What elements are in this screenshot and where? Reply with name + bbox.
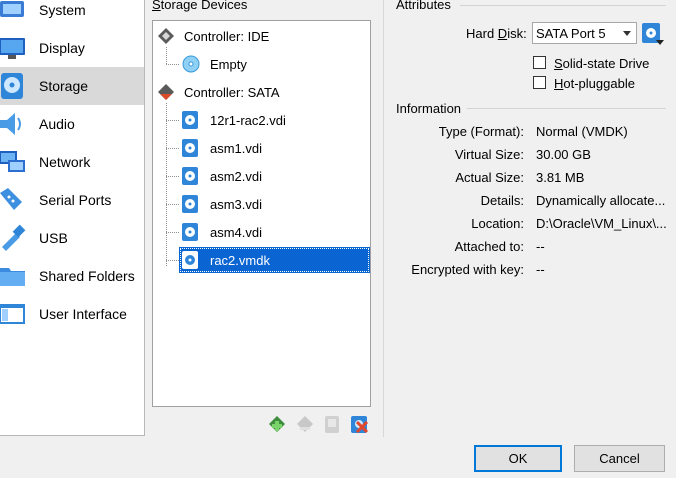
- add-hard-disk-icon[interactable]: [321, 413, 343, 435]
- display-icon: [0, 38, 25, 59]
- sidebar-item-label: Network: [39, 154, 91, 170]
- info-value: Normal (VMDK): [536, 124, 628, 139]
- information-title: Information: [396, 101, 462, 116]
- user-interface-icon: [0, 304, 25, 324]
- chevron-down-icon: [623, 31, 631, 36]
- sidebar-item-label: Shared Folders: [39, 268, 135, 284]
- settings-sidebar: System Display Storage Audio Network Ser…: [0, 0, 145, 436]
- info-value: D:\Oracle\VM_Linux\...: [536, 216, 667, 231]
- sidebar-item-serial-ports[interactable]: Serial Ports: [0, 181, 144, 219]
- system-icon: [0, 1, 24, 17]
- add-attachment-icon[interactable]: [266, 413, 288, 435]
- sidebar-item-system[interactable]: System: [0, 0, 144, 29]
- info-value: 30.00 GB: [536, 147, 591, 162]
- tree-item-disk[interactable]: asm4.vdi: [181, 221, 262, 243]
- hard-disk-icon: [182, 139, 198, 157]
- sidebar-item-user-interface[interactable]: User Interface: [0, 295, 144, 333]
- sidebar-item-label: Storage: [39, 78, 89, 94]
- hard-disk-icon: [182, 195, 198, 213]
- hard-disk-icon: [182, 167, 198, 185]
- sidebar-item-label: System: [39, 2, 86, 18]
- tree-item-disk[interactable]: asm1.vdi: [181, 137, 262, 159]
- tree-item-empty[interactable]: Empty: [181, 53, 247, 75]
- info-key: Virtual Size:: [454, 147, 524, 162]
- hard-disk-icon: [182, 223, 198, 241]
- network-icon: [0, 151, 25, 172]
- hard-disk-icon: [182, 251, 198, 269]
- attributes-title: Attributes: [396, 0, 451, 12]
- hot-pluggable-label: Hot-pluggable: [554, 76, 635, 91]
- solid-state-drive-checkbox[interactable]: [533, 56, 546, 69]
- tree-item-disk-selected[interactable]: rac2.vmdk: [179, 247, 370, 273]
- serial-ports-icon: [0, 188, 22, 210]
- sidebar-item-display[interactable]: Display: [0, 29, 144, 67]
- info-value: Dynamically allocate...: [536, 193, 666, 208]
- controller-icon: [158, 28, 174, 44]
- info-key: Location:: [471, 216, 524, 231]
- cancel-button[interactable]: Cancel: [574, 445, 665, 472]
- optical-disc-icon: [182, 55, 200, 73]
- info-value: 3.81 MB: [536, 170, 585, 185]
- controller-icon: [158, 84, 174, 100]
- solid-state-drive-label: Solid-state Drive: [554, 56, 650, 71]
- sidebar-item-label: Serial Ports: [39, 192, 112, 208]
- controller-ide[interactable]: Controller: IDE: [156, 25, 269, 47]
- sidebar-item-label: USB: [39, 230, 68, 246]
- storage-tree[interactable]: Controller: IDE Empty Controller: SATA 1…: [152, 20, 371, 407]
- remove-controller-icon[interactable]: [294, 413, 316, 435]
- usb-icon: [2, 224, 26, 251]
- hot-pluggable-checkbox[interactable]: [533, 76, 546, 89]
- sidebar-item-usb[interactable]: USB: [0, 219, 144, 257]
- info-value: --: [536, 239, 545, 254]
- hard-disk-slot-select[interactable]: SATA Port 5: [532, 22, 637, 44]
- tree-item-disk[interactable]: asm3.vdi: [181, 193, 262, 215]
- choose-disk-icon[interactable]: [641, 22, 665, 46]
- remove-attachment-icon[interactable]: [348, 413, 370, 435]
- info-key: Details:: [480, 193, 524, 208]
- sidebar-item-label: Display: [39, 40, 85, 56]
- sidebar-item-network[interactable]: Network: [0, 143, 144, 181]
- storage-icon: [1, 73, 23, 99]
- info-key: Actual Size:: [455, 170, 524, 185]
- hard-disk-label: Hard Disk:: [466, 26, 527, 41]
- hard-disk-icon: [182, 111, 198, 129]
- audio-icon: [0, 113, 21, 135]
- tree-item-disk[interactable]: 12r1-rac2.vdi: [181, 109, 286, 131]
- info-key: Type (Format):: [438, 124, 524, 139]
- sidebar-item-label: Audio: [39, 116, 75, 132]
- info-key: Encrypted with key:: [411, 262, 524, 277]
- info-key: Attached to:: [454, 239, 524, 254]
- controller-sata[interactable]: Controller: SATA: [156, 81, 280, 103]
- info-value: --: [536, 262, 545, 277]
- ok-button[interactable]: OK: [474, 445, 562, 472]
- tree-item-disk[interactable]: asm2.vdi: [181, 165, 262, 187]
- sidebar-item-audio[interactable]: Audio: [0, 105, 144, 143]
- shared-folders-icon: [0, 268, 25, 286]
- sidebar-item-storage[interactable]: Storage: [0, 67, 144, 105]
- sidebar-item-label: User Interface: [39, 306, 127, 322]
- storage-devices-title: Storage Devices: [152, 0, 248, 12]
- sidebar-item-shared-folders[interactable]: Shared Folders: [0, 257, 144, 295]
